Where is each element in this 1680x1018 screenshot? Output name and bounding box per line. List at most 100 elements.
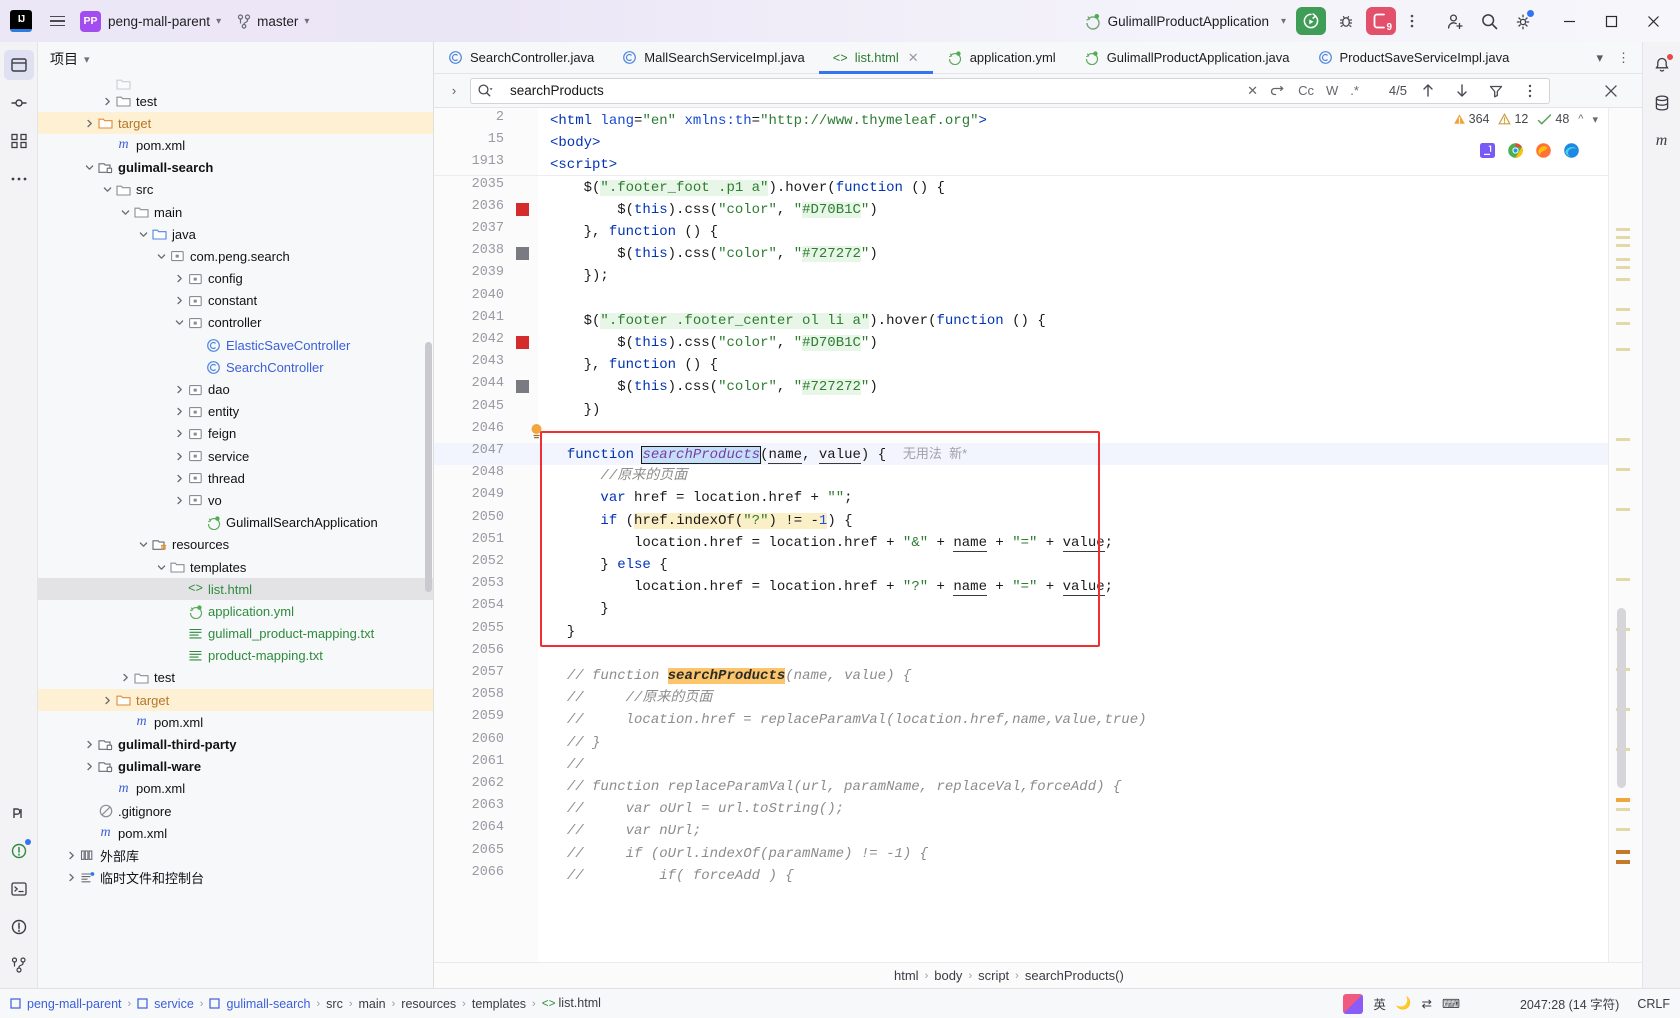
tree-item-pom-xml[interactable]: m pom.xml xyxy=(38,822,433,844)
tree-expand-arrow[interactable] xyxy=(154,252,168,261)
sync-icon[interactable]: ⇄ xyxy=(1421,996,1431,1011)
tree-item-searchcontroller[interactable]: SearchController xyxy=(38,356,433,378)
tree-item-pom-xml[interactable]: m pom.xml xyxy=(38,778,433,800)
status-breadcrumb[interactable]: peng-mall-parent › service › gulimall-search… xyxy=(10,996,601,1011)
tree-expand-arrow[interactable] xyxy=(100,185,114,194)
tree-item-application-yml[interactable]: application.yml xyxy=(38,600,433,622)
whole-words-toggle[interactable]: W xyxy=(1324,83,1340,98)
inspection-scrollbar[interactable] xyxy=(1608,108,1642,962)
inspection-mark[interactable] xyxy=(1616,508,1630,511)
history-icon[interactable] xyxy=(1268,84,1288,98)
project-panel-header[interactable]: 项目 ▾ xyxy=(38,42,433,76)
code-line[interactable]: var href = location.href + ""; xyxy=(550,487,852,509)
code-line[interactable]: // //原来的页面 xyxy=(550,687,713,709)
tree-expand-arrow[interactable] xyxy=(118,208,132,217)
tree-item-constant[interactable]: constant xyxy=(38,290,433,312)
tree-item[interactable] xyxy=(38,78,433,90)
caret-position[interactable]: 2047:28 (14 字符) xyxy=(1520,994,1619,1013)
arrow-up-icon[interactable] xyxy=(1415,78,1441,104)
breadcrumb-item[interactable]: body xyxy=(934,968,962,983)
ai-assistant-icon[interactable] xyxy=(4,798,34,828)
inspection-mark[interactable] xyxy=(1616,228,1630,231)
tree-item-resources[interactable]: resources xyxy=(38,534,433,556)
tree-item--gitignore[interactable]: .gitignore xyxy=(38,800,433,822)
search-input[interactable]: searchProducts ✕ Cc W .* 4/5 xyxy=(470,77,1550,104)
tree-expand-arrow[interactable] xyxy=(64,851,78,860)
inspection-mark[interactable] xyxy=(1616,266,1630,269)
warnings-tool-icon[interactable] xyxy=(4,912,34,942)
code-line[interactable]: // var oUrl = url.toString(); xyxy=(550,798,844,820)
search-icon[interactable] xyxy=(1474,6,1504,36)
code-line[interactable]: function searchProducts(name, value) { 无… xyxy=(550,443,967,466)
inspection-mark[interactable] xyxy=(1616,828,1630,831)
code-line[interactable]: }, function () { xyxy=(550,354,718,376)
close-icon[interactable] xyxy=(1632,4,1674,38)
color-swatch-gutter-icon[interactable] xyxy=(516,336,529,349)
breadcrumb-item[interactable]: html xyxy=(894,968,919,983)
inspection-mark[interactable] xyxy=(1616,278,1630,281)
browser-preview-bar[interactable] xyxy=(1479,142,1580,159)
editor-scrollbar-thumb[interactable] xyxy=(1617,608,1626,788)
code-line[interactable]: // location.href = replaceParamVal(locat… xyxy=(550,709,1147,731)
git-tool-icon[interactable] xyxy=(4,950,34,980)
editor-tab-application-yml[interactable]: application.yml xyxy=(933,42,1070,73)
editor-tab-list-html[interactable]: <> list.html ✕ xyxy=(818,42,933,74)
inspection-mark[interactable] xyxy=(1616,236,1630,239)
chevron-up-icon[interactable]: ^ xyxy=(1578,113,1583,125)
code-line[interactable]: } xyxy=(550,598,608,620)
tree-expand-arrow[interactable] xyxy=(82,740,96,749)
stop-button[interactable]: 9 xyxy=(1366,7,1396,35)
chrome-icon[interactable] xyxy=(1507,142,1524,159)
tree-expand-arrow[interactable] xyxy=(172,296,186,305)
tree-expand-arrow[interactable] xyxy=(172,496,186,505)
inspection-widget[interactable]: 364 12 48 ^ ▾ xyxy=(1452,112,1608,126)
status-breadcrumb-item[interactable]: <> list.html xyxy=(542,996,601,1011)
more-vertical-icon[interactable] xyxy=(1401,7,1423,35)
tree-expand-arrow[interactable] xyxy=(154,563,168,572)
status-breadcrumb-item[interactable]: resources xyxy=(401,997,456,1011)
code-line[interactable]: location.href = location.href + "?" + na… xyxy=(550,576,1113,598)
project-selector[interactable]: PP peng-mall-parent ▾ xyxy=(80,10,221,32)
tree-expand-arrow[interactable] xyxy=(82,762,96,771)
code-line[interactable]: }); xyxy=(550,265,609,287)
tree-item-dao[interactable]: dao xyxy=(38,378,433,400)
tree-expand-arrow[interactable] xyxy=(172,452,186,461)
line-separator[interactable]: CRLF xyxy=(1637,997,1670,1011)
inspection-mark[interactable] xyxy=(1616,244,1630,247)
code-line[interactable]: // if( forceAdd ) { xyxy=(550,865,794,887)
code-line[interactable]: <script> xyxy=(550,154,617,176)
editor-tab-mallsearchserviceimpl-java[interactable]: MallSearchServiceImpl.java xyxy=(608,42,818,73)
maximize-icon[interactable] xyxy=(1590,4,1632,38)
commit-tool-icon[interactable] xyxy=(4,88,34,118)
match-case-toggle[interactable]: Cc xyxy=(1296,83,1316,98)
tree-item-controller[interactable]: controller xyxy=(38,312,433,334)
tree-item-service[interactable]: service xyxy=(38,445,433,467)
moon-icon[interactable]: 🌙 xyxy=(1396,996,1412,1011)
code-line[interactable]: <html lang="en" xmlns:th="http://www.thy… xyxy=(550,110,987,132)
inspection-mark[interactable] xyxy=(1616,578,1630,581)
tree-item-target[interactable]: target xyxy=(38,112,433,135)
branch-selector[interactable]: master ▾ xyxy=(237,14,309,29)
code-content[interactable]: <html lang="en" xmlns:th="http://www.thy… xyxy=(538,108,1642,962)
inspection-mark[interactable] xyxy=(1616,850,1630,854)
code-line[interactable]: // var nUrl; xyxy=(550,820,701,842)
warnings-badge[interactable]: 364 xyxy=(1453,112,1489,126)
status-breadcrumb-item[interactable]: templates xyxy=(472,997,526,1011)
tree-item-外部库[interactable]: 外部库 xyxy=(38,844,433,866)
tree-item-gulimall-search[interactable]: gulimall-search xyxy=(38,157,433,179)
editor-tab-productsaveserviceimpl-java[interactable]: ProductSaveServiceImpl.java xyxy=(1304,42,1524,73)
tree-expand-arrow[interactable] xyxy=(172,407,186,416)
tree-item-thread[interactable]: thread xyxy=(38,467,433,489)
editor-tab-searchcontroller-java[interactable]: SearchController.java xyxy=(434,42,608,73)
database-icon[interactable] xyxy=(1647,88,1677,118)
tree-expand-arrow[interactable] xyxy=(136,230,150,239)
code-line[interactable]: // if (oUrl.indexOf(paramName) != -1) { xyxy=(550,843,928,865)
status-breadcrumb-item[interactable]: gulimall-search xyxy=(209,997,311,1011)
tree-item-templates[interactable]: templates xyxy=(38,556,433,578)
hamburger-menu-icon[interactable] xyxy=(44,8,70,34)
status-breadcrumb-item[interactable]: service xyxy=(137,997,194,1011)
project-tree[interactable]: test target m pom.xml gulimall-search src main… xyxy=(38,76,433,988)
project-tool-icon[interactable] xyxy=(3,50,34,80)
ime-widget[interactable]: 英 🌙 ⇄ ⌨ xyxy=(1343,993,1460,1014)
code-line[interactable]: // function replaceParamVal(url, paramNa… xyxy=(550,776,1122,798)
